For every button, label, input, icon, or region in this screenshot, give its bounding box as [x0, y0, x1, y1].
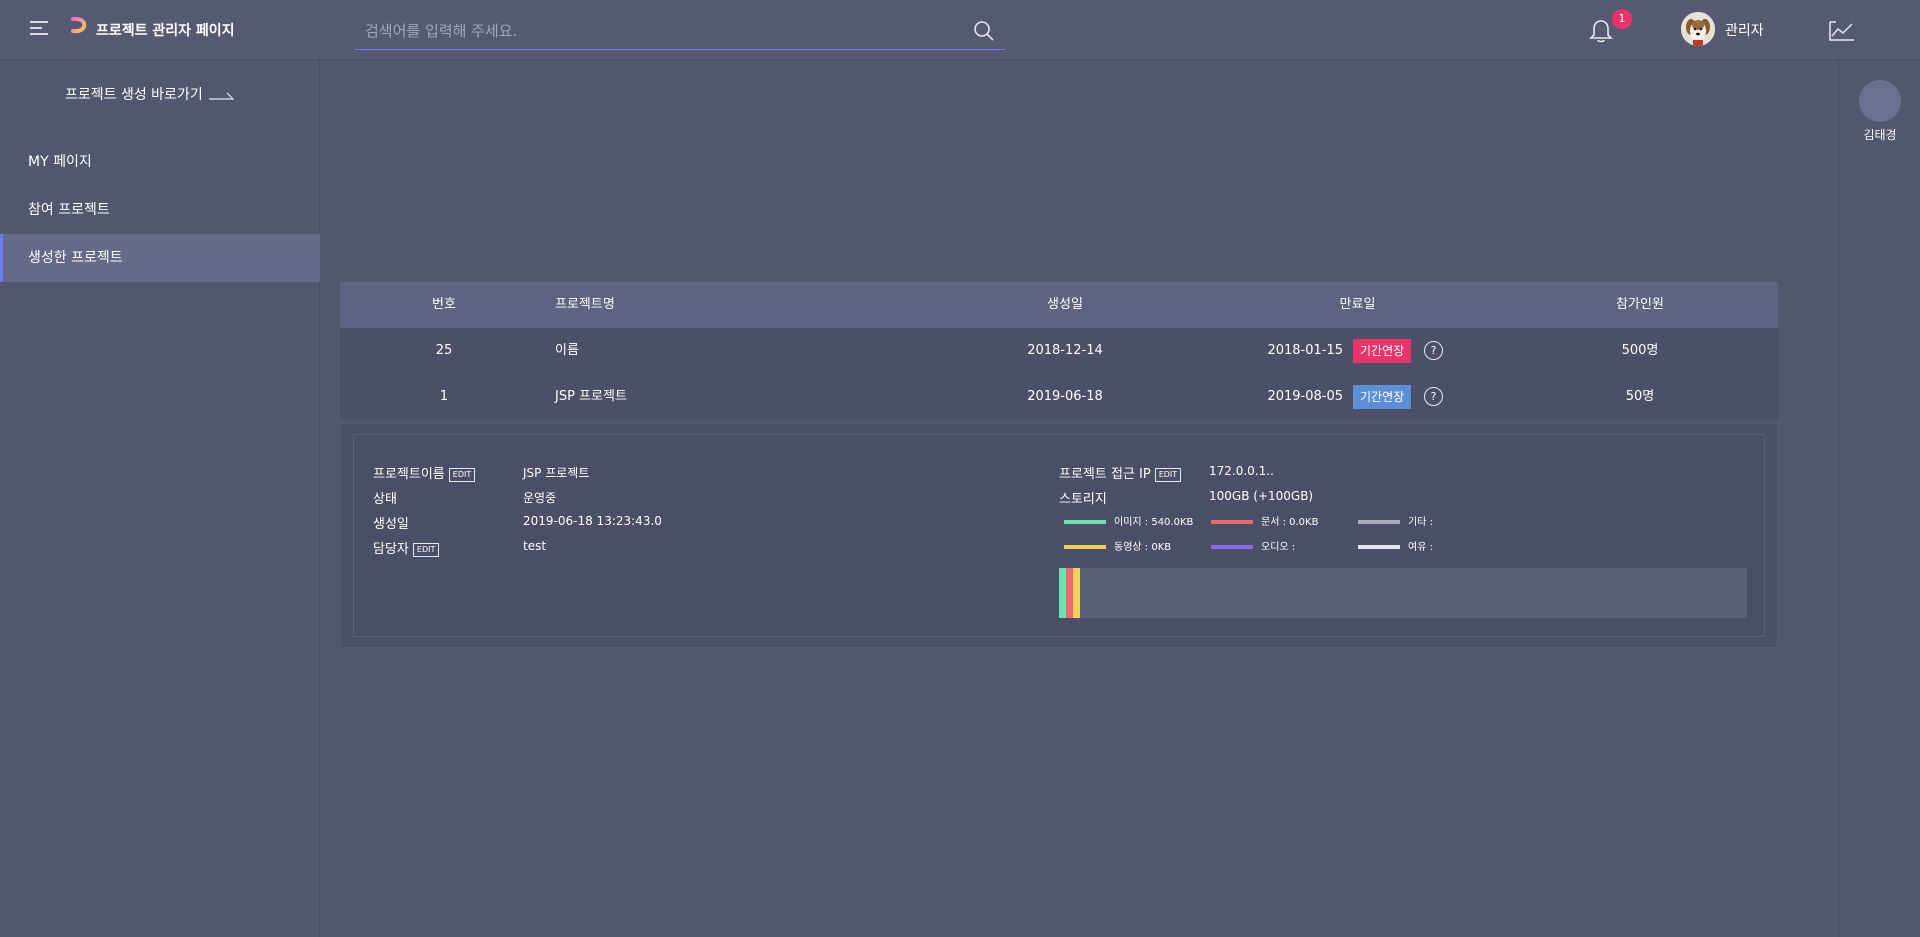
help-icon[interactable]: ?: [1424, 387, 1443, 406]
project-detail-content: 프로젝트이름 EDIT JSP 프로젝트 상태 운영중 생성일 2019-06-1…: [353, 434, 1765, 637]
help-icon[interactable]: ?: [1424, 341, 1443, 360]
menu-icon[interactable]: [30, 20, 48, 36]
row-project-name: 이름: [555, 343, 579, 358]
status-value: 운영중: [523, 491, 557, 505]
storage-usage-bar: [1059, 568, 1747, 618]
admin-name[interactable]: 관리자: [1725, 20, 1764, 40]
legend-audio: 오디오 :: [1211, 538, 1295, 553]
arrow-right-icon: [209, 92, 235, 100]
storage-label: 스토리지: [1059, 492, 1107, 507]
legend-swatch: [1358, 520, 1400, 524]
ip-label: 프로젝트 접근 IP: [1059, 467, 1151, 482]
row-expires: 2018-01-15: [1267, 343, 1343, 358]
created-label: 생성일: [373, 517, 409, 532]
header-members: 참가인원: [1616, 297, 1664, 312]
storage-segment-image: [1059, 568, 1066, 618]
storage-segment-document: [1066, 568, 1073, 618]
sidebar-item-joined-projects[interactable]: 참여 프로젝트: [0, 186, 320, 234]
edit-name-button[interactable]: EDIT: [448, 467, 476, 482]
shortcut-label: 프로젝트 생성 바로가기: [65, 87, 203, 103]
legend-image: 이미지 : 540.0KB: [1064, 513, 1193, 528]
legend-label: 동영상 : 0KB: [1114, 542, 1172, 553]
status-label: 상태: [373, 492, 397, 507]
notification-badge: 1: [1612, 9, 1632, 29]
user-name[interactable]: 김태경: [1839, 126, 1920, 143]
chart-icon[interactable]: [1828, 20, 1856, 42]
manager-label: 담당자: [373, 542, 409, 557]
table-row[interactable]: 25 이름 2018-12-14 2018-01-15 기간연장 ? 500명: [340, 328, 1778, 374]
legend-other: 기타 :: [1358, 513, 1433, 528]
created-value: 2019-06-18 13:23:43.0: [523, 514, 662, 528]
right-user-panel: 김태경: [1838, 60, 1920, 937]
ip-value: 172.0.0.1..: [1209, 464, 1274, 478]
search-input[interactable]: [355, 12, 967, 50]
app-title: 프로젝트 관리자 페이지: [96, 23, 235, 39]
project-detail-panel: 프로젝트이름 EDIT JSP 프로젝트 상태 운영중 생성일 2019-06-1…: [340, 423, 1778, 648]
legend-label: 기타 :: [1408, 517, 1433, 528]
dog-avatar-icon: [1681, 12, 1715, 46]
row-members: 500명: [1621, 343, 1659, 358]
left-sidebar: 프로젝트 생성 바로가기 MY 페이지 참여 프로젝트 생성한 프로젝트: [0, 60, 320, 937]
extend-period-button[interactable]: 기간연장: [1353, 339, 1412, 363]
edit-ip-button[interactable]: EDIT: [1154, 467, 1182, 482]
bell-icon[interactable]: [1588, 18, 1614, 44]
legend-label: 이미지 : 540.0KB: [1114, 517, 1194, 528]
storage-segment-video: [1073, 568, 1080, 618]
row-members: 50명: [1625, 389, 1655, 404]
app-logo: [71, 16, 87, 45]
project-table: 번호 프로젝트명 생성일 만료일 참가인원 25 이름 2018-12-14 2…: [340, 282, 1778, 420]
row-created: 2018-12-14: [1027, 343, 1103, 358]
legend-video: 동영상 : 0KB: [1064, 538, 1171, 553]
name-label-group: 프로젝트이름 EDIT: [373, 463, 476, 482]
legend-swatch: [1358, 545, 1400, 549]
legend-swatch: [1211, 520, 1253, 524]
legend-label: 문서 : 0.0KB: [1261, 517, 1319, 528]
extend-period-button[interactable]: 기간연장: [1353, 385, 1412, 409]
legend-free: 여유 :: [1358, 538, 1433, 553]
row-number: 1: [439, 389, 449, 404]
row-number: 25: [435, 343, 453, 358]
manager-label-group: 담당자 EDIT: [373, 538, 440, 557]
search-bar: [355, 12, 1005, 50]
sidebar-item-my-page[interactable]: MY 페이지: [0, 138, 320, 186]
legend-swatch: [1211, 545, 1253, 549]
header-number: 번호: [432, 297, 456, 312]
sidebar-item-created-projects[interactable]: 생성한 프로젝트: [0, 234, 320, 282]
ip-label-group: 프로젝트 접근 IP EDIT: [1059, 463, 1182, 482]
row-expires: 2019-08-05: [1267, 389, 1343, 404]
header-created: 생성일: [1047, 297, 1083, 312]
legend-label: 오디오 :: [1261, 542, 1296, 553]
search-icon[interactable]: [973, 20, 995, 42]
main-content: 번호 프로젝트명 생성일 만료일 참가인원 25 이름 2018-12-14 2…: [320, 60, 1838, 937]
legend-swatch: [1064, 545, 1106, 549]
legend-document: 문서 : 0.0KB: [1211, 513, 1318, 528]
edit-manager-button[interactable]: EDIT: [412, 542, 440, 557]
legend-label: 여유 :: [1408, 542, 1433, 553]
legend-swatch: [1064, 520, 1106, 524]
row-created: 2019-06-18: [1027, 389, 1103, 404]
manager-value: test: [523, 539, 547, 553]
storage-value: 100GB (+100GB): [1209, 489, 1314, 503]
row-project-name: JSP 프로젝트: [555, 389, 627, 404]
top-header: 프로젝트 관리자 페이지 1 관리자: [0, 0, 1920, 60]
header-project-name: 프로젝트명: [555, 297, 615, 312]
project-name-label: 프로젝트이름: [373, 467, 445, 482]
create-project-shortcut[interactable]: 프로젝트 생성 바로가기: [65, 84, 235, 104]
admin-avatar[interactable]: [1681, 12, 1715, 46]
user-avatar[interactable]: [1859, 80, 1901, 122]
project-name-value: JSP 프로젝트: [523, 466, 590, 480]
table-row[interactable]: 1 JSP 프로젝트 2019-06-18 2019-08-05 기간연장 ? …: [340, 374, 1778, 420]
table-header: 번호 프로젝트명 생성일 만료일 참가인원: [340, 282, 1778, 328]
header-expires: 만료일: [1339, 297, 1376, 312]
